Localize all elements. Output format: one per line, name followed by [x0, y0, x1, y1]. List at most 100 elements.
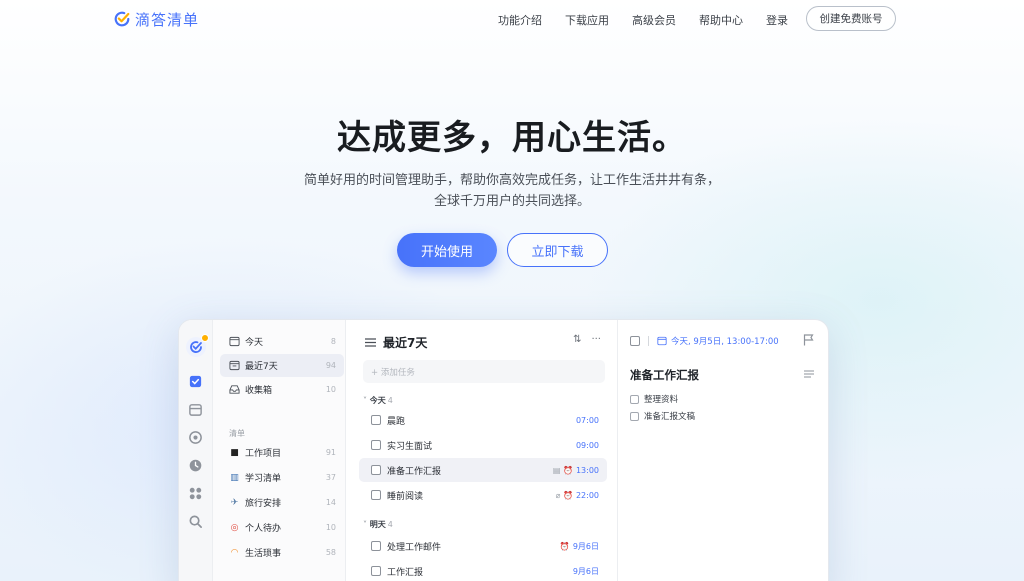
task-row[interactable]: 工作汇报 9月6日	[359, 559, 607, 581]
task-row[interactable]: 晨跑 07:00	[359, 408, 607, 432]
list-panel: 今天 8 最近7天 94 收集箱 10 清单 ■ 工作项目 91 ▥ 学习清单 …	[213, 320, 346, 581]
nav-menu: 功能介绍 下载应用 高级会员 帮助中心 登录	[498, 12, 811, 28]
task-title: 晨跑	[387, 414, 405, 427]
nav-features[interactable]: 功能介绍	[498, 12, 542, 28]
task-checkbox[interactable]	[371, 415, 381, 425]
reminder-icon: ⏰	[560, 542, 570, 551]
subtask-checkbox[interactable]	[630, 412, 639, 421]
nav-download[interactable]: 下载应用	[565, 12, 609, 28]
subtask-item[interactable]: 准备汇报文稿	[630, 410, 695, 422]
list-emoji-icon: ■	[229, 447, 240, 458]
sidebar-item-inbox[interactable]: 收集箱 10	[220, 378, 344, 401]
group-count: 4	[388, 396, 393, 405]
add-task-input[interactable]: + 添加任务	[363, 360, 605, 383]
task-time: 9月6日	[573, 541, 599, 552]
sidebar-item-personal[interactable]: ◎ 个人待办 10	[220, 516, 344, 539]
sort-icon[interactable]: ⇅	[573, 334, 581, 345]
apps-icon[interactable]	[188, 486, 203, 501]
sidebar-item-count: 58	[326, 548, 336, 557]
download-now-button[interactable]: 立即下载	[507, 233, 608, 267]
sidebar-item-count: 8	[331, 337, 336, 346]
task-detail-panel: 今天, 9月5日, 13:00-17:00 准备工作汇报 整理资料 准备汇报文稿	[617, 320, 829, 581]
task-checkbox[interactable]	[371, 541, 381, 551]
task-checkbox[interactable]	[371, 566, 381, 576]
task-checkbox[interactable]	[371, 440, 381, 450]
sidebar-item-work[interactable]: ■ 工作项目 91	[220, 441, 344, 464]
sidebar-item-life[interactable]: ◠ 生活琐事 58	[220, 541, 344, 564]
attachment-reminder-icon: ⌀ ⏰	[556, 491, 573, 500]
sidebar-item-count: 10	[326, 385, 336, 394]
brand-name: 滴答清单	[135, 9, 199, 30]
task-panel-title: 最近7天	[365, 334, 427, 351]
more-icon[interactable]: ···	[591, 334, 601, 345]
today-icon	[229, 336, 240, 347]
app-rail	[179, 320, 213, 581]
task-row[interactable]: 处理工作邮件 ⏰9月6日	[359, 534, 607, 558]
task-time: 09:00	[576, 441, 599, 450]
sidebar-item-label: 今天	[245, 335, 263, 348]
detail-header: 今天, 9月5日, 13:00-17:00	[630, 335, 779, 347]
create-account-button[interactable]: 创建免费账号	[806, 6, 896, 31]
sidebar-item-label: 收集箱	[245, 383, 272, 396]
group-label: 今天	[370, 396, 386, 405]
task-time: 07:00	[576, 416, 599, 425]
sidebar-item-label: 生活琐事	[245, 546, 281, 559]
group-header-tomorrow[interactable]: ˅ 明天4	[363, 519, 393, 530]
sidebar-item-count: 10	[326, 523, 336, 532]
brand-logo[interactable]: 滴答清单	[113, 9, 199, 29]
airplane-icon: ✈	[229, 497, 240, 508]
avatar[interactable]	[186, 337, 206, 357]
group-count: 4	[388, 520, 393, 529]
subtask-item[interactable]: 整理资料	[630, 393, 678, 405]
task-title: 准备工作汇报	[387, 464, 441, 477]
subtask-label: 整理资料	[644, 393, 678, 405]
nav-help[interactable]: 帮助中心	[699, 12, 743, 28]
sidebar-item-today[interactable]: 今天 8	[220, 330, 344, 353]
subtask-checkbox[interactable]	[630, 395, 639, 404]
nav-login[interactable]: 登录	[766, 12, 788, 28]
task-panel-title-text: 最近7天	[383, 334, 427, 351]
group-label: 明天	[370, 520, 386, 529]
sidebar-item-study[interactable]: ▥ 学习清单 37	[220, 466, 344, 489]
menu-icon[interactable]	[365, 338, 376, 347]
calendar-icon[interactable]	[188, 402, 203, 417]
sidebar-item-next7days[interactable]: 最近7天 94	[220, 354, 344, 377]
task-row[interactable]: 睡前阅读 ⌀ ⏰22:00	[359, 483, 607, 507]
detail-checkbox[interactable]	[630, 336, 640, 346]
target-icon: ◎	[229, 522, 240, 533]
sidebar-item-label: 个人待办	[245, 521, 281, 534]
chevron-down-icon: ˅	[363, 520, 370, 529]
nav-premium[interactable]: 高级会员	[632, 12, 676, 28]
detail-title[interactable]: 准备工作汇报	[630, 367, 699, 383]
task-row-selected[interactable]: 准备工作汇报 ▤ ⏰13:00	[359, 458, 607, 482]
hero-subtitle-line1: 简单好用的时间管理助手，帮助你高效完成任务，让工作生活井井有条，	[0, 169, 1024, 188]
task-title: 睡前阅读	[387, 489, 423, 502]
task-row[interactable]: 实习生面试 09:00	[359, 433, 607, 457]
sidebar-item-travel[interactable]: ✈ 旅行安排 14	[220, 491, 344, 514]
sidebar-item-count: 14	[326, 498, 336, 507]
rainbow-icon: ◠	[229, 547, 240, 558]
note-reminder-icon: ▤ ⏰	[553, 466, 573, 475]
task-checkbox[interactable]	[371, 465, 381, 475]
group-header-today[interactable]: ˅ 今天4	[363, 395, 393, 406]
detail-date[interactable]: 今天, 9月5日, 13:00-17:00	[671, 335, 779, 347]
chevron-down-icon: ˅	[363, 396, 370, 405]
flag-icon[interactable]	[803, 334, 814, 346]
sidebar-item-label: 学习清单	[245, 471, 281, 484]
task-title: 工作汇报	[387, 565, 423, 578]
check-square-icon[interactable]	[188, 374, 203, 389]
lines-icon[interactable]	[804, 370, 814, 378]
task-panel-actions: ⇅ ···	[563, 334, 601, 345]
hero-title: 达成更多，用心生活。	[0, 110, 1024, 159]
task-checkbox[interactable]	[371, 490, 381, 500]
search-icon[interactable]	[188, 514, 203, 529]
sidebar-item-count: 91	[326, 448, 336, 457]
task-title: 实习生面试	[387, 439, 432, 452]
sidebar-item-count: 94	[326, 361, 336, 370]
calendar-icon	[657, 336, 667, 346]
week-icon	[229, 360, 240, 371]
clock-icon[interactable]	[188, 458, 203, 473]
get-started-button[interactable]: 开始使用	[397, 233, 497, 267]
focus-icon[interactable]	[188, 430, 203, 445]
sidebar-item-label: 工作项目	[245, 446, 281, 459]
